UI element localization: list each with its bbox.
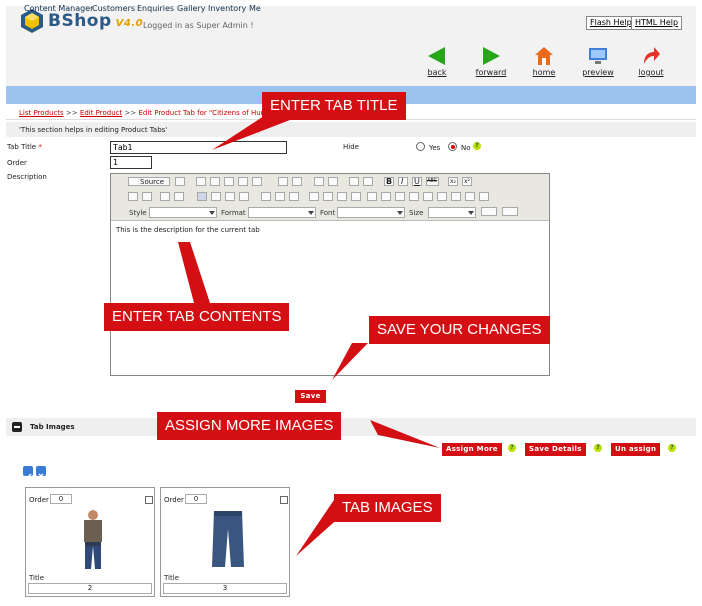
callout-tab-images: TAB IMAGES — [334, 494, 441, 522]
callout-save-changes: SAVE YOUR CHANGES — [369, 316, 550, 344]
callout-assign-more: ASSIGN MORE IMAGES — [157, 412, 342, 440]
arrow-to-save — [332, 343, 368, 380]
callout-enter-title: ENTER TAB TITLE — [262, 92, 406, 120]
arrow-to-assign — [370, 420, 440, 448]
arrow-to-content — [178, 242, 210, 303]
callout-enter-contents: ENTER TAB CONTENTS — [104, 303, 290, 331]
